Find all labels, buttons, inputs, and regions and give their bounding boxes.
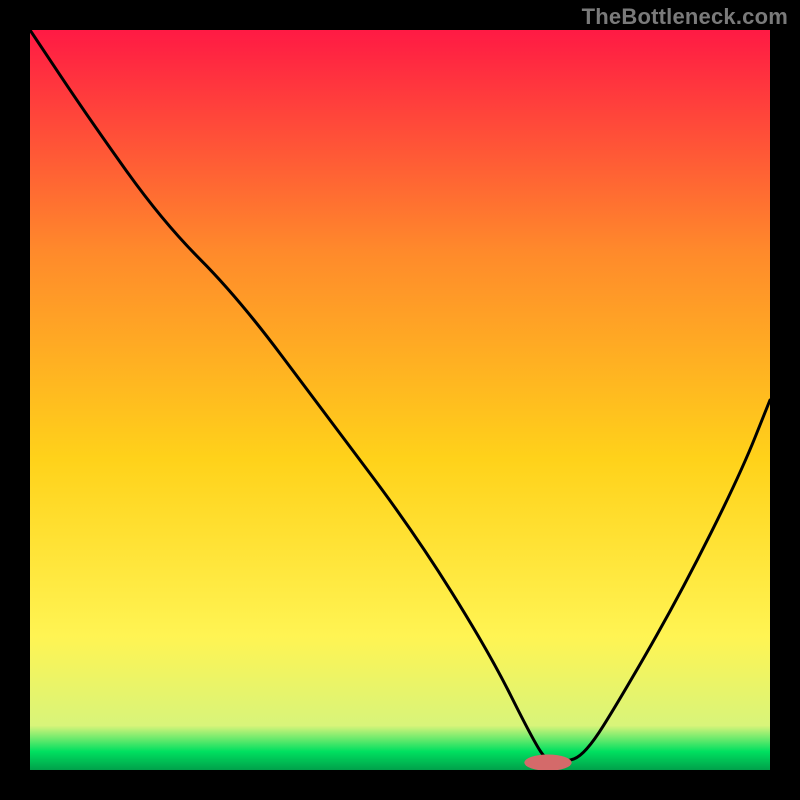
bottleneck-plot	[0, 0, 800, 800]
plot-frame-left	[0, 0, 30, 800]
chart-stage: TheBottleneck.com	[0, 0, 800, 800]
plot-background	[30, 30, 770, 770]
plot-frame-right	[770, 0, 800, 800]
watermark-label: TheBottleneck.com	[582, 4, 788, 30]
optimal-marker	[524, 754, 571, 770]
plot-frame-bottom	[0, 770, 800, 800]
